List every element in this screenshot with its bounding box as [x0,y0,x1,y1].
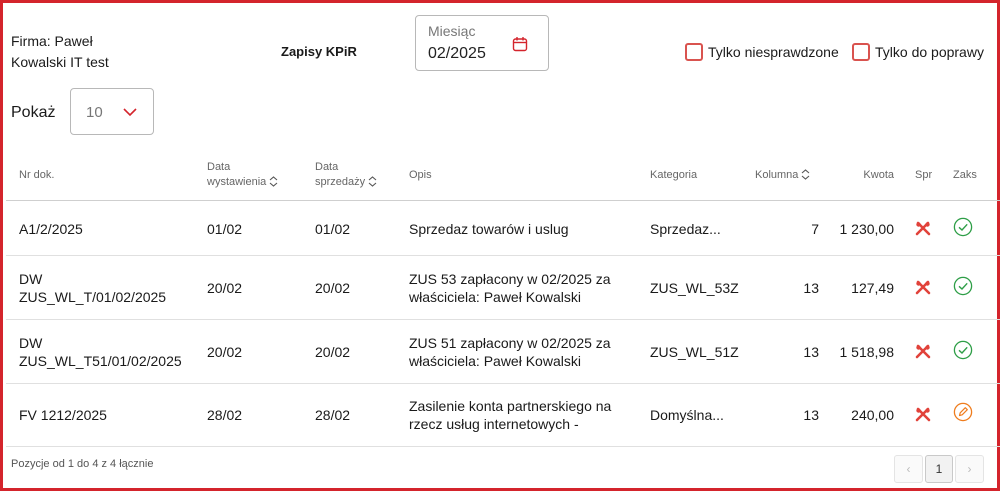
company-name-line1: Firma: Paweł [11,33,93,49]
check-circle-icon[interactable] [953,276,973,296]
calendar-icon[interactable] [512,36,528,52]
cell-data-wystawienia: 20/02 [207,280,243,296]
sort-icon[interactable] [269,176,278,187]
month-picker-value[interactable]: 02/2025 [428,45,486,63]
page-size-select[interactable]: 10 [70,88,154,135]
pagination-next-button[interactable]: › [955,455,984,483]
month-picker[interactable]: Miesiąc 02/2025 [415,15,549,71]
col-header-data-wystawienia-line1: Data [207,161,231,173]
cell-opis: Zasilenie konta partnerskiego na rzecz us… [409,398,612,432]
table-row[interactable]: A1/2/2025 01/02 01/02 Sprzedaz towarów i… [3,201,997,255]
cell-kwota: 127,49 [851,280,894,296]
checkbox-unchecked-only-label: Tylko niesprawdzone [708,44,839,60]
cell-data-sprzedazy: 28/02 [315,407,351,423]
cell-data-wystawienia: 20/02 [207,344,243,360]
cell-opis: ZUS 53 zapłacony w 02/2025 za właściciela… [409,271,611,305]
cell-kategoria: Sprzedaz... [650,221,721,237]
col-header-opis: Opis [409,169,432,181]
company-name-line2: Kowalski IT test [11,54,109,70]
cell-data-wystawienia: 01/02 [207,221,243,237]
col-header-data-sprzedazy[interactable]: Data sprzedaży [315,160,377,190]
edit-circle-icon[interactable] [953,402,973,422]
checkbox-correction-only[interactable] [852,43,870,61]
cell-data-wystawienia: 28/02 [207,407,243,423]
col-header-data-sprzedazy-line2: sprzedaży [315,176,366,188]
cell-kolumna: 13 [803,407,819,423]
filter-correction-only[interactable]: Tylko do poprawy [852,43,984,61]
col-header-kategoria: Kategoria [650,169,698,181]
wrench-cross-icon[interactable] [915,280,931,296]
page-size-label: Pokaż [11,104,56,121]
wrench-cross-icon[interactable] [915,221,931,237]
kpir-entries-panel: Firma: Paweł Kowalski IT test Zapisy KPi… [0,0,1000,491]
cell-kategoria: ZUS_WL_53Z [650,280,739,296]
pagination-prev-button[interactable]: ‹ [894,455,923,483]
table-row[interactable]: DW ZUS_WL_T/01/02/2025 20/02 20/02 ZUS 53… [3,256,997,319]
cell-kolumna: 13 [803,344,819,360]
cell-kategoria: ZUS_WL_51Z [650,344,739,360]
cell-nr: DW ZUS_WL_T/01/02/2025 [19,271,167,305]
page-size-value: 10 [86,104,103,121]
cell-opis: ZUS 51 zapłacony w 02/2025 za właściciela… [409,335,611,369]
pagination-summary: Pozycje od 1 do 4 z 4 łącznie [11,458,154,470]
wrench-cross-icon[interactable] [915,344,931,360]
sort-icon[interactable] [801,169,810,180]
col-header-kolumna-label: Kolumna [755,169,799,181]
cell-data-sprzedazy: 01/02 [315,221,351,237]
cell-nr: A1/2/2025 [19,221,83,237]
filter-unchecked-only[interactable]: Tylko niesprawdzone [685,43,839,61]
row-divider [6,446,1000,447]
check-circle-icon[interactable] [953,217,973,237]
cell-nr: DW ZUS_WL_T51/01/02/2025 [19,335,182,369]
page-title: Zapisy KPiR [281,44,357,59]
cell-kwota: 240,00 [851,407,894,423]
table-row[interactable]: DW ZUS_WL_T51/01/02/2025 20/02 20/02 ZUS … [3,320,997,383]
col-header-kolumna[interactable]: Kolumna [755,168,810,183]
col-header-data-wystawienia[interactable]: Data wystawienia [207,160,278,190]
cell-kategoria: Domyślna... [650,407,724,423]
sort-icon[interactable] [368,176,377,187]
col-header-data-wystawienia-line2: wystawienia [207,176,267,188]
cell-data-sprzedazy: 20/02 [315,344,351,360]
wrench-cross-icon[interactable] [915,407,931,423]
company-name: Firma: Paweł Kowalski IT test [11,31,141,73]
col-header-data-sprzedazy-line1: Data [315,161,339,173]
cell-kolumna: 7 [811,221,819,237]
pagination-page-1[interactable]: 1 [925,455,953,483]
checkbox-unchecked-only[interactable] [685,43,703,61]
checkbox-correction-only-label: Tylko do poprawy [875,44,984,60]
cell-opis: Sprzedaz towarów i uslug [409,221,569,237]
check-circle-icon[interactable] [953,340,973,360]
cell-kwota: 1 518,98 [839,344,895,360]
cell-kwota: 1 230,00 [839,221,895,237]
month-picker-label: Miesiąc [428,23,476,39]
chevron-down-icon [123,108,137,117]
cell-kolumna: 13 [803,280,819,296]
cell-data-sprzedazy: 20/02 [315,280,351,296]
col-header-nr: Nr dok. [19,169,55,181]
cell-nr: FV 1212/2025 [19,407,107,423]
col-header-kwota: Kwota [863,169,894,181]
table-row[interactable]: FV 1212/2025 28/02 28/02 Zasilenie konta… [3,384,997,446]
col-header-zaks: Zaks [953,169,977,181]
col-header-spr: Spr [915,169,933,181]
